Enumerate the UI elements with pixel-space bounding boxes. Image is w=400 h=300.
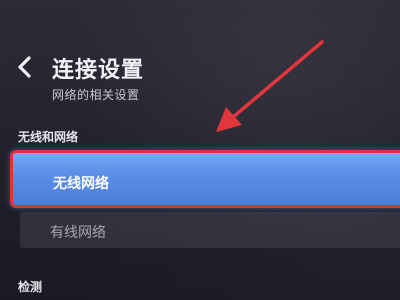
menu-item-wired-network[interactable]: 有线网络 <box>20 212 400 248</box>
chevron-left-icon <box>18 56 31 78</box>
section-heading-wireless-and-network: 无线和网络 <box>18 130 79 144</box>
section-heading-detect: 检测 <box>18 280 43 294</box>
menu-item-wireless-network[interactable]: 无线网络 <box>10 150 400 208</box>
page-title: 连接设置 <box>52 58 145 83</box>
page-subtitle: 网络的相关设置 <box>52 88 140 102</box>
menu-item-label: 有线网络 <box>50 225 106 241</box>
back-button[interactable] <box>14 55 36 79</box>
menu-item-label: 无线网络 <box>53 176 109 192</box>
